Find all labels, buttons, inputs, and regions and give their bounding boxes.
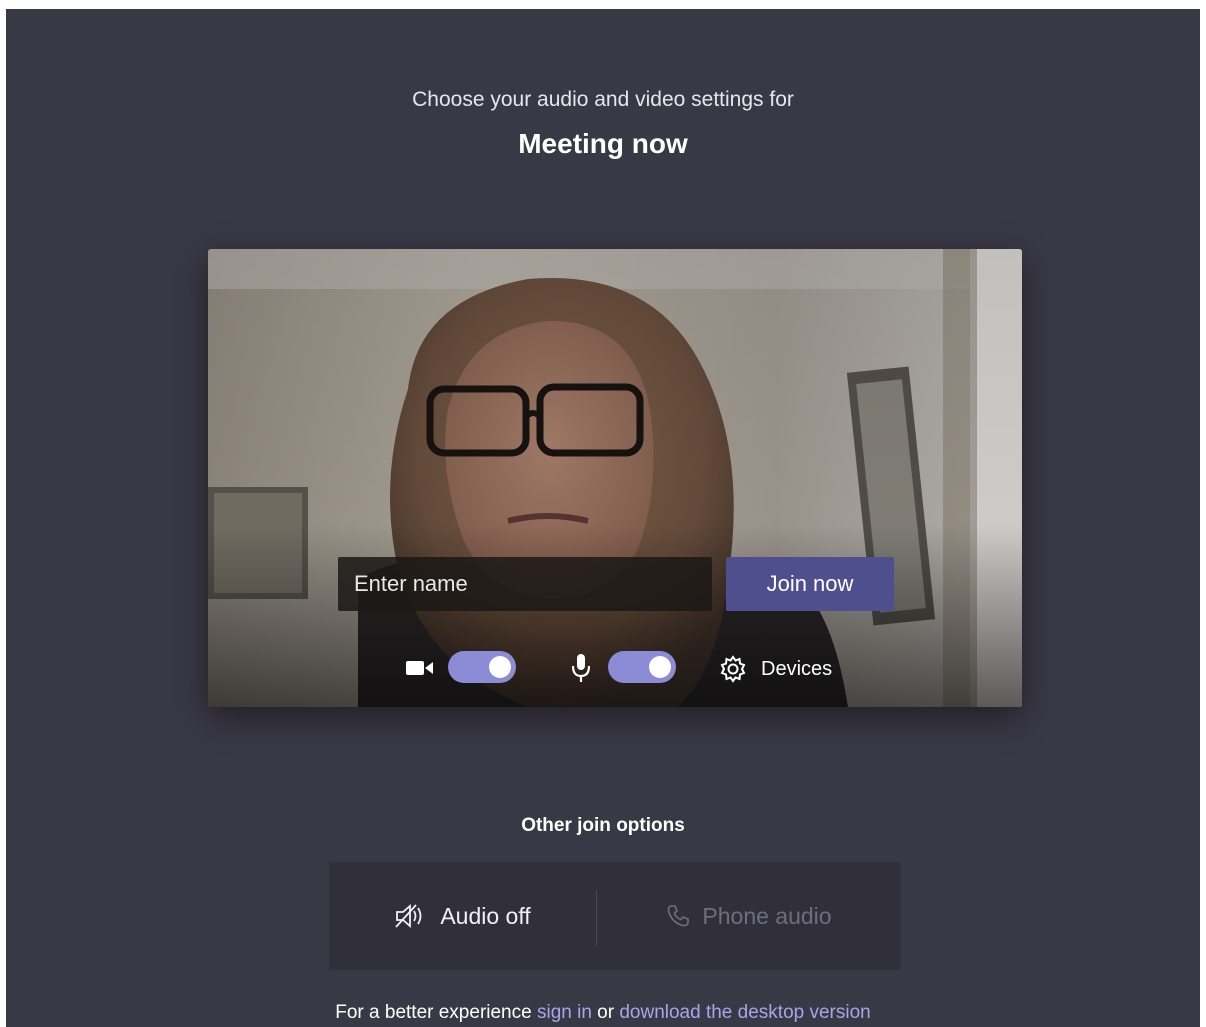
phone-icon [668, 905, 690, 927]
settings-prompt: Choose your audio and video settings for [412, 88, 794, 111]
camera-feed-image [208, 249, 1022, 707]
video-toggle[interactable] [448, 651, 516, 683]
join-now-button[interactable]: Join now [726, 557, 894, 611]
audio-off-button[interactable]: Audio off [329, 862, 596, 970]
audio-toggle-knob [649, 656, 671, 678]
media-controls: Devices [208, 649, 1022, 689]
pre-join-screen: Choose your audio and video settings for… [6, 9, 1200, 1027]
other-join-options: Audio off Phone audio [329, 862, 901, 970]
devices-button[interactable]: Devices [761, 658, 832, 681]
video-toggle-knob [489, 656, 511, 678]
speaker-off-icon [395, 904, 422, 928]
audio-off-label: Audio off [440, 902, 531, 929]
sign-in-link[interactable]: sign in [537, 1002, 592, 1023]
footer-middle: or [591, 1002, 620, 1023]
footer-prefix: For a better experience [335, 1002, 537, 1023]
camera-preview: Enter name Join now Devices [208, 249, 1022, 707]
gear-icon[interactable] [718, 654, 748, 684]
phone-audio-label: Phone audio [702, 902, 832, 929]
name-input[interactable]: Enter name [338, 557, 712, 611]
video-camera-icon[interactable] [406, 659, 434, 677]
phone-audio-button[interactable]: Phone audio [597, 862, 901, 970]
footer-message: For a better experience sign in or downl… [6, 1002, 1200, 1024]
audio-toggle[interactable] [608, 651, 676, 683]
meeting-title: Meeting now [518, 128, 688, 159]
other-join-options-title: Other join options [521, 815, 685, 836]
microphone-icon[interactable] [570, 653, 592, 683]
download-desktop-link[interactable]: download the desktop version [619, 1002, 870, 1023]
